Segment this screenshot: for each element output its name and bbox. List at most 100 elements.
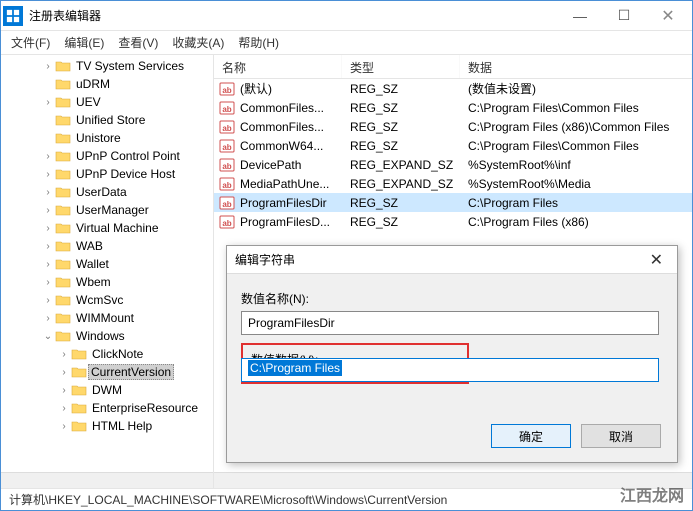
menu-view[interactable]: 查看(V) [118, 34, 158, 51]
tree-horizontal-scrollbar[interactable] [1, 472, 213, 488]
tree-item-label: UPnP Control Point [75, 149, 180, 163]
string-value-icon: ab [218, 157, 236, 173]
list-header: 名称 类型 数据 [214, 55, 692, 79]
tree-item[interactable]: ›UPnP Device Host [3, 165, 213, 183]
tree-item[interactable]: ›CurrentVersion [3, 363, 213, 381]
row-name: DevicePath [240, 158, 342, 172]
folder-icon [55, 203, 71, 217]
tree-item[interactable]: ⌄ Windows [3, 327, 213, 345]
twisty-icon[interactable]: › [57, 403, 71, 414]
twisty-icon[interactable]: › [41, 61, 55, 72]
tree-panel[interactable]: ›TV System ServicesuDRM › UEV Unified Store… [1, 55, 214, 488]
tree-item[interactable]: ›WIMMount [3, 309, 213, 327]
menu-favorites[interactable]: 收藏夹(A) [172, 34, 224, 51]
twisty-icon[interactable]: › [57, 367, 71, 378]
folder-icon [55, 221, 71, 235]
value-data-input[interactable]: C:\Program Files [241, 358, 659, 382]
tree-item[interactable]: ›WcmSvc [3, 291, 213, 309]
folder-icon [71, 383, 87, 397]
tree-item[interactable]: › UPnP Control Point [3, 147, 213, 165]
folder-icon [55, 131, 71, 145]
table-row[interactable]: abProgramFilesD...REG_SZC:\Program Files… [214, 212, 692, 231]
table-row[interactable]: abCommonFiles...REG_SZC:\Program Files\C… [214, 98, 692, 117]
tree-item[interactable]: Unistore [3, 129, 213, 147]
tree-item-label: Virtual Machine [75, 221, 159, 235]
column-header-type[interactable]: 类型 [342, 55, 460, 78]
ok-button[interactable]: 确定 [491, 424, 571, 448]
row-data: C:\Program Files [460, 196, 692, 210]
svg-text:ab: ab [222, 86, 231, 95]
twisty-icon[interactable]: › [41, 205, 55, 216]
twisty-icon[interactable]: › [41, 97, 55, 108]
twisty-icon[interactable]: › [41, 223, 55, 234]
tree-item[interactable]: ›HTML Help [3, 417, 213, 435]
tree-item[interactable]: › Wbem [3, 273, 213, 291]
edit-string-dialog: 编辑字符串 ✕ 数值名称(N): 数值数据(V): C:\Program Fil… [226, 245, 678, 463]
tree-item[interactable]: ›UserManager [3, 201, 213, 219]
titlebar: 注册表编辑器 — ☐ ✕ [1, 1, 692, 31]
tree-item-label: UEV [75, 95, 101, 109]
svg-text:ab: ab [222, 200, 231, 209]
tree-item-label: Unistore [75, 131, 121, 145]
app-icon [3, 6, 23, 26]
tree-item-label: WAB [75, 239, 103, 253]
twisty-icon[interactable]: › [41, 313, 55, 324]
table-row[interactable]: abCommonFiles...REG_SZC:\Program Files (… [214, 117, 692, 136]
twisty-icon[interactable]: › [41, 295, 55, 306]
row-type: REG_SZ [342, 196, 460, 210]
tree-item-label: Wbem [75, 275, 111, 289]
tree-item[interactable]: › UEV [3, 93, 213, 111]
tree-item[interactable]: uDRM [3, 75, 213, 93]
table-row[interactable]: abDevicePathREG_EXPAND_SZ%SystemRoot%\in… [214, 155, 692, 174]
string-value-icon: ab [218, 176, 236, 192]
twisty-icon[interactable]: › [41, 151, 55, 162]
close-button[interactable]: ✕ [646, 2, 690, 30]
table-row[interactable]: abCommonW64...REG_SZC:\Program Files\Com… [214, 136, 692, 155]
tree-item[interactable]: › WAB [3, 237, 213, 255]
table-row[interactable]: abMediaPathUne...REG_EXPAND_SZ%SystemRoo… [214, 174, 692, 193]
tree-item[interactable]: ›ClickNote [3, 345, 213, 363]
menu-edit[interactable]: 编辑(E) [64, 34, 104, 51]
twisty-icon[interactable]: › [41, 259, 55, 270]
twisty-icon[interactable]: › [57, 349, 71, 360]
twisty-icon[interactable]: › [41, 169, 55, 180]
twisty-icon[interactable]: › [57, 385, 71, 396]
twisty-icon[interactable]: › [57, 421, 71, 432]
row-data: C:\Program Files (x86) [460, 215, 692, 229]
cancel-button[interactable]: 取消 [581, 424, 661, 448]
column-header-name[interactable]: 名称 [214, 55, 342, 78]
column-header-data[interactable]: 数据 [460, 55, 692, 78]
folder-icon [55, 293, 71, 307]
row-name: CommonFiles... [240, 120, 342, 134]
row-data: C:\Program Files (x86)\Common Files [460, 120, 692, 134]
minimize-button[interactable]: — [558, 2, 602, 30]
tree-item[interactable]: ›DWM [3, 381, 213, 399]
folder-icon [55, 149, 71, 163]
tree-item[interactable]: Unified Store [3, 111, 213, 129]
twisty-icon[interactable]: ⌄ [41, 331, 55, 342]
table-row[interactable]: ab(默认)REG_SZ(数值未设置) [214, 79, 692, 98]
table-row[interactable]: ab ProgramFilesDirREG_SZC:\Program Files [214, 193, 692, 212]
maximize-button[interactable]: ☐ [602, 2, 646, 30]
tree-item[interactable]: ›Wallet [3, 255, 213, 273]
menu-help[interactable]: 帮助(H) [238, 34, 279, 51]
twisty-icon[interactable]: › [41, 277, 55, 288]
row-type: REG_SZ [342, 101, 460, 115]
tree-item[interactable]: ›TV System Services [3, 57, 213, 75]
menu-file[interactable]: 文件(F) [11, 34, 50, 51]
row-name: MediaPathUne... [240, 177, 342, 191]
tree-item[interactable]: ›EnterpriseResource [3, 399, 213, 417]
row-name: ProgramFilesDir [240, 196, 342, 210]
tree-item[interactable]: ›UserData [3, 183, 213, 201]
row-name: CommonFiles... [240, 101, 342, 115]
folder-icon [71, 401, 87, 415]
value-name-label: 数值名称(N): [241, 290, 663, 307]
folder-icon [55, 311, 71, 325]
twisty-icon[interactable]: › [41, 187, 55, 198]
tree-item[interactable]: › Virtual Machine [3, 219, 213, 237]
twisty-icon[interactable]: › [41, 241, 55, 252]
value-name-input[interactable] [241, 311, 659, 335]
dialog-close-button[interactable]: ✕ [644, 250, 669, 270]
tree-item-label: Windows [75, 329, 125, 343]
statusbar: 计算机\HKEY_LOCAL_MACHINE\SOFTWARE\Microsof… [1, 488, 692, 510]
